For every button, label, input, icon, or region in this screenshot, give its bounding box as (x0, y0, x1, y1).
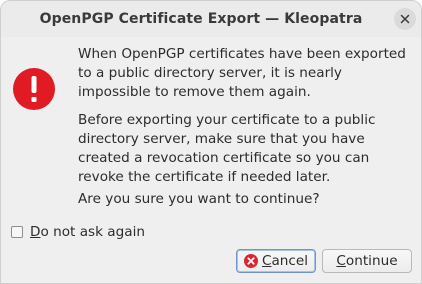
do-not-ask-again-option[interactable]: Do not ask again (11, 223, 145, 241)
cancel-button[interactable]: Cancel (236, 249, 316, 273)
do-not-ask-again-label[interactable]: Do not ask again (30, 224, 145, 240)
title-bar[interactable]: OpenPGP Certificate Export — Kleopatra (1, 1, 421, 37)
message-paragraph-2: Before exporting your certificate to a p… (78, 112, 376, 185)
continue-mnemonic: C (336, 253, 346, 269)
message-paragraph-1: When OpenPGP certificates have been expo… (78, 46, 406, 100)
label-mnemonic: D (30, 224, 41, 240)
warning-exclamation-icon (13, 68, 55, 110)
do-not-ask-again-checkbox[interactable] (11, 226, 23, 238)
window-title: OpenPGP Certificate Export — Kleopatra (39, 11, 363, 27)
continue-text: ontinue (345, 253, 398, 269)
cancel-label: Cancel (262, 253, 308, 269)
close-icon (400, 14, 410, 24)
cancel-text: ancel (271, 253, 309, 269)
cancel-icon (243, 254, 258, 268)
continue-button[interactable]: Continue (322, 249, 412, 273)
label-text: o not ask again (40, 224, 145, 240)
close-button[interactable] (394, 8, 416, 30)
confirmation-question: Are you sure you want to continue? (78, 191, 320, 207)
export-dialog: OpenPGP Certificate Export — Kleopatra W… (0, 0, 422, 284)
continue-label: Continue (336, 253, 397, 269)
